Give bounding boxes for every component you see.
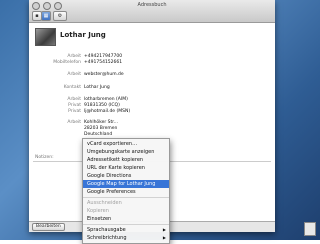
edit-button[interactable]: Bearbeiten (32, 223, 65, 231)
menu-separator (83, 197, 169, 198)
menu-item-google-map[interactable]: Google Map for Lothar Jung (83, 180, 169, 188)
field-row: Arbeit webster@hum.de (29, 71, 269, 78)
menu-item-google-preferences[interactable]: Google Preferences (83, 188, 169, 196)
menu-item-cut: Ausschneiden (87, 200, 122, 206)
menu-item-paste[interactable]: Einsetzen (83, 215, 169, 223)
menu-item-show-map[interactable]: Umgebungskarte anzeigen (83, 148, 169, 156)
gear-icon[interactable]: ⚙ (53, 11, 67, 21)
menu-item-label: Sprachausgabe (87, 227, 126, 233)
menu-item-label: Schreibrichtung (87, 235, 127, 241)
field-label[interactable]: Kontakt (64, 84, 81, 91)
field-row: Mobiltelefon +491754152661 (29, 59, 269, 66)
submenu-arrow-icon: ▶ (162, 235, 166, 240)
menu-separator (83, 224, 169, 225)
field-row: Deutschland (29, 131, 269, 138)
menu-item-export-vcard[interactable]: vCard exportieren… (83, 140, 169, 148)
window-title: Adressbuch (137, 2, 167, 8)
field-row: Kontakt Lothar Jung (29, 84, 269, 91)
menu-item-google-directions[interactable]: Google Directions (83, 172, 169, 180)
field-value[interactable]: +491754152661 (84, 59, 122, 66)
field-value[interactable]: webster@hum.de (84, 71, 124, 78)
field-value[interactable]: Lothar Jung (84, 84, 110, 91)
menu-item-copy-label[interactable]: Adressetikett kopieren (83, 156, 169, 164)
context-menu: vCard exportieren… Umgebungskarte anzeig… (82, 138, 170, 244)
document-icon[interactable] (304, 222, 316, 236)
list-view-icon[interactable]: ▦ (41, 11, 51, 21)
field-value[interactable]: lj@hotmail.de (MSN) (84, 108, 130, 115)
field-label[interactable]: Privat (68, 108, 81, 115)
menu-item-copy: Kopieren (87, 208, 109, 214)
field-row: Privat lj@hotmail.de (MSN) (29, 108, 269, 115)
notes-label: Notizen: (35, 155, 54, 160)
contact-name: Lothar Jung (60, 31, 106, 39)
field-label[interactable]: Arbeit (67, 71, 81, 78)
title-bar[interactable]: Adressbuch ▪ ▦ ⚙ (29, 0, 275, 23)
field-value[interactable]: Deutschland (84, 131, 112, 138)
field-label[interactable]: Mobiltelefon (53, 59, 81, 66)
menu-item-copy-url[interactable]: URL der Karte kopieren (83, 164, 169, 172)
menu-item-speech[interactable]: Sprachausgabe ▶ (83, 226, 169, 234)
submenu-arrow-icon: ▶ (162, 227, 166, 232)
menu-item-writing-direction[interactable]: Schreibrichtung ▶ (83, 234, 169, 242)
avatar[interactable] (35, 28, 56, 46)
